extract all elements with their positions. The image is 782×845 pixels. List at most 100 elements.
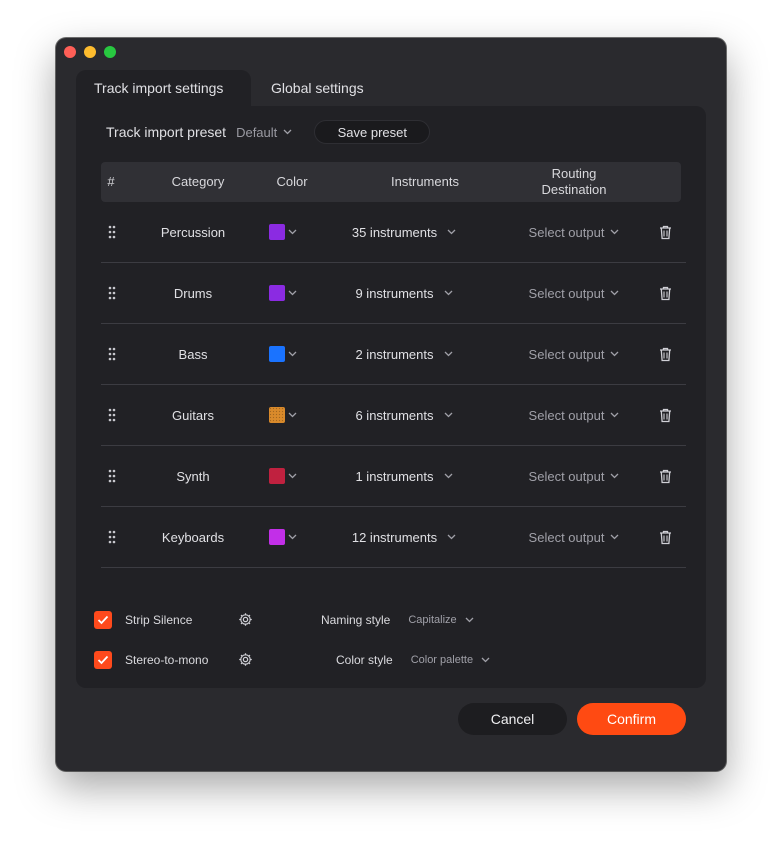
chevron-down-icon: [465, 617, 474, 623]
tab-global-settings[interactable]: Global settings: [251, 70, 382, 106]
drag-handle-icon[interactable]: [107, 507, 117, 567]
table-row: Synth 1 instruments Select output: [101, 446, 686, 507]
strip-silence-label: Strip Silence: [125, 613, 193, 627]
chevron-down-icon: [447, 534, 456, 540]
minimize-window-button[interactable]: [84, 46, 96, 58]
chevron-down-icon: [444, 412, 452, 418]
delete-trash-icon[interactable]: [657, 202, 673, 262]
chevron-down-icon: [610, 473, 619, 479]
zoom-window-button[interactable]: [104, 46, 116, 58]
category-name: Synth: [176, 468, 210, 484]
instruments-dropdown[interactable]: 9 instruments: [329, 263, 479, 323]
header-routing-line1: Routing: [551, 166, 597, 181]
delete-trash-icon[interactable]: [657, 385, 673, 445]
preset-row: Track import preset Default Save preset: [106, 120, 686, 144]
color-picker[interactable]: [269, 324, 301, 384]
stereo-to-mono-checkbox[interactable]: [94, 651, 112, 669]
instruments-count: 12 instruments: [351, 529, 438, 545]
drag-handle-icon[interactable]: [107, 446, 117, 506]
drag-handle-icon[interactable]: [107, 385, 117, 445]
instruments-count: 1 instruments: [355, 468, 434, 484]
color-picker[interactable]: [269, 263, 301, 323]
table-header: # Category Color Instruments Routing Des…: [101, 162, 681, 202]
routing-output-dropdown[interactable]: Select output: [519, 202, 629, 262]
color-style-dropdown[interactable]: Color palette: [411, 654, 490, 666]
chevron-down-icon: [288, 534, 297, 540]
instruments-count: 35 instruments: [351, 224, 438, 240]
preset-dropdown[interactable]: Default: [236, 125, 292, 140]
strip-silence-settings-gear-icon[interactable]: [238, 612, 253, 627]
routing-output-value: Select output: [528, 346, 605, 362]
chevron-down-icon: [288, 473, 297, 479]
color-style-option: Color style Color palette: [336, 648, 490, 672]
save-preset-button[interactable]: Save preset: [314, 120, 431, 144]
chevron-down-icon: [610, 412, 619, 418]
header-index: #: [107, 174, 115, 189]
window-controls: [64, 46, 116, 58]
chevron-down-icon: [288, 351, 297, 357]
color-swatch: [269, 224, 285, 240]
table-row: Percussion 35 instruments Select output: [101, 202, 686, 263]
delete-trash-icon[interactable]: [657, 507, 673, 567]
import-dialog-window: Track import settings Global settings Tr…: [56, 38, 726, 771]
drag-handle-icon[interactable]: [107, 202, 117, 262]
routing-output-dropdown[interactable]: Select output: [519, 507, 629, 567]
chevron-down-icon: [447, 229, 456, 235]
routing-output-value: Select output: [528, 468, 605, 484]
stereo-to-mono-settings-gear-icon[interactable]: [238, 652, 253, 667]
stereo-to-mono-option: Stereo-to-mono: [94, 648, 208, 672]
table-row: Bass 2 instruments Select output: [101, 324, 686, 385]
checkmark-icon: [97, 615, 109, 625]
color-picker[interactable]: [269, 385, 301, 445]
delete-trash-icon[interactable]: [657, 446, 673, 506]
routing-output-value: Select output: [528, 224, 605, 240]
color-swatch: [269, 468, 285, 484]
confirm-button[interactable]: Confirm: [577, 703, 686, 735]
drag-handle-icon[interactable]: [107, 324, 117, 384]
color-picker[interactable]: [269, 507, 301, 567]
color-style-value: Color palette: [410, 654, 474, 666]
close-window-button[interactable]: [64, 46, 76, 58]
chevron-down-icon: [610, 534, 619, 540]
preset-label: Track import preset: [106, 124, 227, 140]
color-picker[interactable]: [269, 446, 301, 506]
color-picker[interactable]: [269, 202, 301, 262]
table-row: Keyboards 12 instruments Select output: [101, 507, 686, 568]
naming-style-value: Capitalize: [408, 614, 457, 626]
stereo-to-mono-label: Stereo-to-mono: [125, 653, 209, 667]
checkmark-icon: [97, 655, 109, 665]
chevron-down-icon: [288, 412, 297, 418]
instruments-dropdown[interactable]: 35 instruments: [329, 202, 479, 262]
naming-style-dropdown[interactable]: Capitalize: [408, 614, 474, 626]
tab-track-import-settings[interactable]: Track import settings: [76, 70, 251, 106]
delete-trash-icon[interactable]: [657, 263, 673, 323]
strip-silence-checkbox[interactable]: [94, 611, 112, 629]
track-import-panel: Track import preset Default Save preset …: [76, 106, 706, 688]
delete-trash-icon[interactable]: [657, 324, 673, 384]
cancel-button[interactable]: Cancel: [458, 703, 567, 735]
chevron-down-icon: [288, 290, 297, 296]
instruments-dropdown[interactable]: 6 instruments: [329, 385, 479, 445]
chevron-down-icon: [610, 229, 619, 235]
instruments-count: 2 instruments: [355, 346, 434, 362]
chevron-down-icon: [444, 290, 452, 296]
chevron-down-icon: [481, 657, 490, 663]
instruments-dropdown[interactable]: 12 instruments: [329, 507, 479, 567]
chevron-down-icon: [444, 473, 452, 479]
routing-output-value: Select output: [528, 529, 605, 545]
instruments-dropdown[interactable]: 1 instruments: [329, 446, 479, 506]
routing-output-dropdown[interactable]: Select output: [519, 385, 629, 445]
instruments-dropdown[interactable]: 2 instruments: [329, 324, 479, 384]
chevron-down-icon: [288, 229, 297, 235]
routing-output-dropdown[interactable]: Select output: [519, 263, 629, 323]
instruments-count: 6 instruments: [355, 407, 434, 423]
header-category: Category: [171, 174, 225, 189]
routing-output-dropdown[interactable]: Select output: [519, 324, 629, 384]
naming-style-option: Naming style Capitalize: [321, 608, 474, 632]
header-routing-line2: Destination: [541, 182, 607, 197]
drag-handle-icon[interactable]: [107, 263, 117, 323]
category-name: Bass: [178, 346, 208, 362]
strip-silence-option: Strip Silence: [94, 608, 192, 632]
routing-output-dropdown[interactable]: Select output: [519, 446, 629, 506]
header-color: Color: [276, 174, 308, 189]
